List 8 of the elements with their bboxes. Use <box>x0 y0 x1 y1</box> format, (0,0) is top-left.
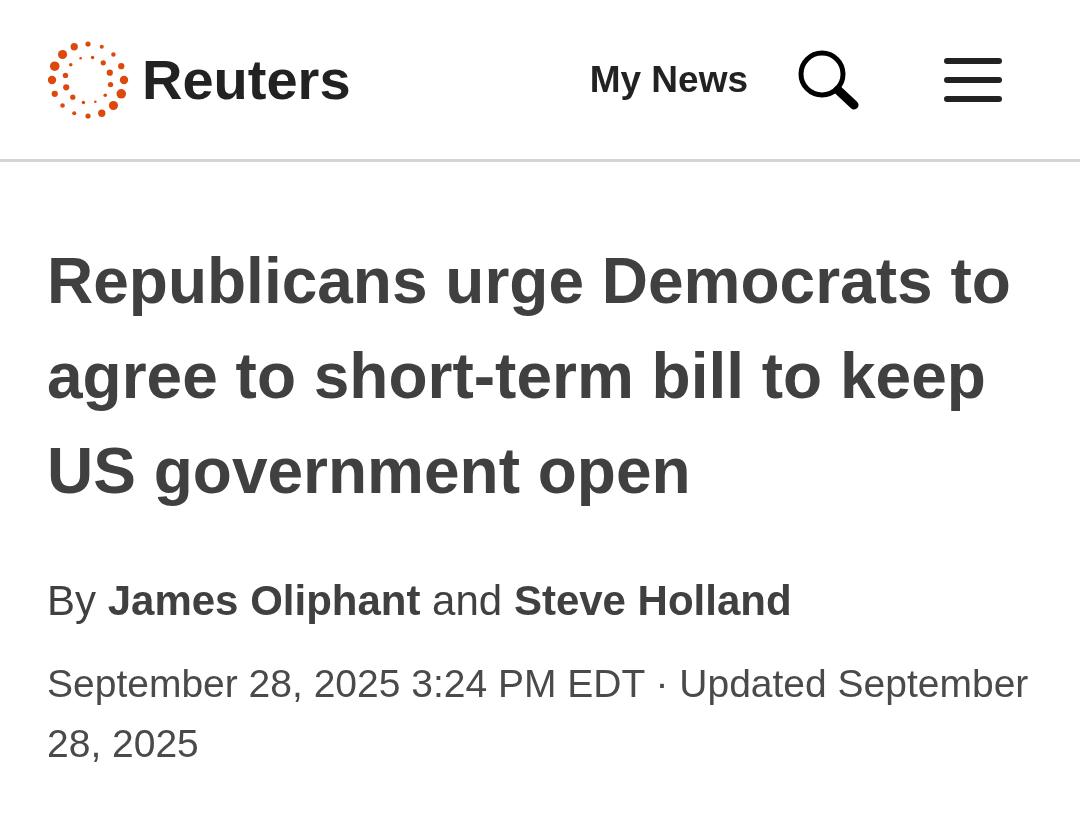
menu-icon <box>944 57 1002 102</box>
search-icon <box>797 48 861 111</box>
article-headline: Republicans urge Democrats to agree to short-term bill to keep US government open <box>47 244 1012 509</box>
my-news-link[interactable]: My News <box>589 51 748 108</box>
article-byline: By James Oliphant and Steve Holland <box>47 576 793 626</box>
brand-name[interactable]: Reuters <box>142 37 351 122</box>
article-dateline: September 28, 2025 3:24 PM EDT · Updated September 28, 2025 <box>47 661 1030 767</box>
menu-button[interactable] <box>944 56 1002 103</box>
